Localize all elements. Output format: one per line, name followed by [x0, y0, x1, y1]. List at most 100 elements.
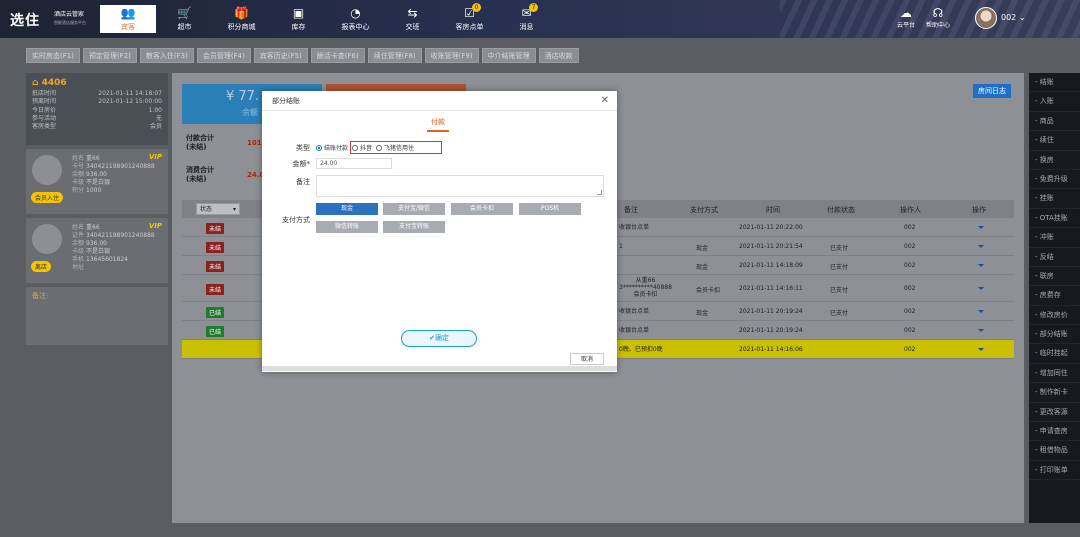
nav-item-message[interactable]: ✉ 消息 7 [498, 0, 555, 38]
avatar[interactable] [975, 7, 997, 29]
action-item-3[interactable]: - 续住 [1029, 131, 1080, 151]
tab-2[interactable]: 散客入住(F3) [139, 48, 194, 63]
action-item-7[interactable]: - OTA挂账 [1029, 209, 1080, 229]
tab-5[interactable]: 酬活卡查(F6) [310, 48, 365, 63]
action-item-18[interactable]: - 申请查房 [1029, 422, 1080, 442]
room-card[interactable]: ⌂ 4406 抵店时间 2021-01-11 14:18:07 预离时间 2021-0… [26, 73, 168, 145]
nav-item-users[interactable]: 👥 宾客 [100, 5, 156, 33]
nav-item-cart[interactable]: 🛒 超市 [156, 0, 213, 38]
user-menu[interactable]: 002 ⌄ [1001, 13, 1026, 22]
nav-item-box[interactable]: ▣ 库存 [270, 0, 327, 38]
field-key: 参与活动 [32, 114, 57, 122]
caret-down-icon[interactable] [978, 245, 984, 248]
status-badge: 已结 [206, 325, 225, 337]
action-label: 房费存 [1039, 291, 1061, 300]
nav-item-gift[interactable]: 🎁 积分商城 [213, 0, 270, 38]
action-item-14[interactable]: - 临时挂起 [1029, 344, 1080, 364]
action-label: 制作新卡 [1039, 388, 1068, 397]
tab-8[interactable]: 中介结账管理 [481, 48, 536, 63]
row-time: 2021-01-11 20:22:00 [739, 224, 803, 231]
paymethod-button-0[interactable]: 现金 [316, 203, 378, 215]
paymethod-button-1[interactable]: 支付宝/微信 [383, 203, 445, 215]
action-item-5[interactable]: - 免费升级 [1029, 170, 1080, 190]
action-item-2[interactable]: - 商品 [1029, 112, 1080, 132]
row-operator: 002 [904, 308, 916, 315]
guest-field: 卡级 不是白银 [72, 248, 155, 256]
caret-down-icon[interactable] [978, 287, 984, 290]
cloud-platform-button[interactable]: ☁ 云平台 [897, 6, 915, 29]
action-item-19[interactable]: - 租借物品 [1029, 441, 1080, 461]
paymethod-button-5[interactable]: 支付宝转账 [383, 221, 445, 233]
col-operator: 操作人 [900, 206, 921, 214]
guest-field: 余额 936.00 [72, 240, 155, 248]
action-item-13[interactable]: - 部分结账 [1029, 325, 1080, 345]
action-item-8[interactable]: - 冲账 [1029, 228, 1080, 248]
paymethod-button-2[interactable]: 会员卡扣 [451, 203, 513, 215]
radio-icon [316, 144, 322, 151]
action-item-1[interactable]: - 入账 [1029, 92, 1080, 112]
action-item-15[interactable]: - 增加同住 [1029, 364, 1080, 384]
tab-6[interactable]: 续住管理(F8) [367, 48, 422, 63]
caret-down-icon[interactable] [978, 226, 984, 229]
action-label: 临时挂起 [1039, 349, 1068, 358]
action-label: 反结 [1039, 252, 1054, 261]
status-badge: 未结 [206, 241, 225, 253]
caret-down-icon[interactable] [978, 264, 984, 267]
action-item-12[interactable]: - 修改房价 [1029, 306, 1080, 326]
close-icon[interactable]: ✕ [601, 95, 609, 106]
nav-item-handover[interactable]: ⇆ 交班 [384, 0, 441, 38]
tab-7[interactable]: 收账管理(F9) [424, 48, 479, 63]
paymethod-button-3[interactable]: POS机 [519, 203, 581, 215]
tab-1[interactable]: 预定管理(F2) [82, 48, 137, 63]
room-log-button[interactable]: 房间日志 [973, 84, 1011, 98]
horizontal-scrollbar[interactable] [262, 366, 617, 371]
tab-3[interactable]: 会员管理(F4) [196, 48, 251, 63]
highlight-box [350, 141, 442, 154]
chevron-down-icon: ⌄ [1018, 13, 1026, 22]
action-item-20[interactable]: - 打印账单 [1029, 461, 1080, 481]
status-filter-select[interactable]: 状态 ▾ [196, 203, 240, 215]
field-value: 不是白银 [86, 179, 111, 186]
guest-card[interactable]: 离店 VIP 姓名 重66 证件 340421198901240888 余额 936.00 卡级… [26, 218, 168, 283]
guest-card[interactable]: 会员入住 VIP 姓名 重66 卡号 340421198901240888 余额 936.00… [26, 149, 168, 214]
tab-9[interactable]: 酒店收款 [538, 48, 579, 63]
caret-down-icon[interactable] [978, 310, 984, 313]
action-item-0[interactable]: - 结账 [1029, 73, 1080, 93]
field-key: 地址 [72, 264, 85, 271]
tab-4[interactable]: 宾客历史(F5) [253, 48, 308, 63]
action-label: 修改房价 [1039, 310, 1068, 319]
tab-0[interactable]: 实时房态(F1) [26, 48, 80, 63]
field-key: 积分 [72, 187, 85, 194]
notes-textarea[interactable] [316, 175, 604, 197]
nav-item-chart[interactable]: ◔ 报表中心 [327, 0, 384, 38]
confirm-button[interactable]: ✔确定 [401, 330, 477, 347]
caret-down-icon[interactable] [978, 329, 984, 332]
col-remark: 备注 [624, 206, 638, 214]
action-item-9[interactable]: - 反结 [1029, 248, 1080, 267]
caret-down-icon: ▾ [232, 206, 236, 213]
action-item-6[interactable]: - 挂账 [1029, 189, 1080, 209]
row-paystatus: 已支付 [830, 245, 849, 252]
paymethod-button-4[interactable]: 微信转账 [316, 221, 378, 233]
field-value: 936.00 [86, 240, 107, 247]
action-label: 挂账 [1039, 194, 1054, 203]
row-time: 2021-01-11 20:19:24 [739, 308, 803, 315]
row-remark: 从重66 3**********40888 会员卡扣 [619, 277, 672, 298]
caret-down-icon[interactable] [978, 348, 984, 351]
room-field: 预离时间 2021-01-12 15:00:00 [32, 98, 162, 106]
action-item-16[interactable]: - 制作新卡 [1029, 383, 1080, 403]
amount-input[interactable]: 24.00 [316, 158, 392, 169]
help-center-button[interactable]: ☊ 帮助中心 [926, 6, 950, 29]
action-item-17[interactable]: - 更改客源 [1029, 403, 1080, 423]
action-item-11[interactable]: - 房费存 [1029, 286, 1080, 306]
consume-total-label: 消费合计 (未结) [186, 166, 214, 183]
action-item-4[interactable]: - 换房 [1029, 151, 1080, 170]
room-panel: ⌂ 4406 抵店时间 2021-01-11 14:18:07 预离时间 2021-0… [26, 73, 168, 345]
action-label: 部分结账 [1039, 330, 1068, 339]
field-value: 无 [155, 114, 162, 122]
cancel-button[interactable]: 取消 [570, 353, 604, 365]
nav-item-order[interactable]: ☑ 客房点单 0 [441, 0, 498, 38]
type-radio-0[interactable]: 结账付款 [316, 143, 348, 152]
action-item-10[interactable]: - 联房 [1029, 267, 1080, 287]
tab-payment[interactable]: 付款 [427, 117, 449, 132]
